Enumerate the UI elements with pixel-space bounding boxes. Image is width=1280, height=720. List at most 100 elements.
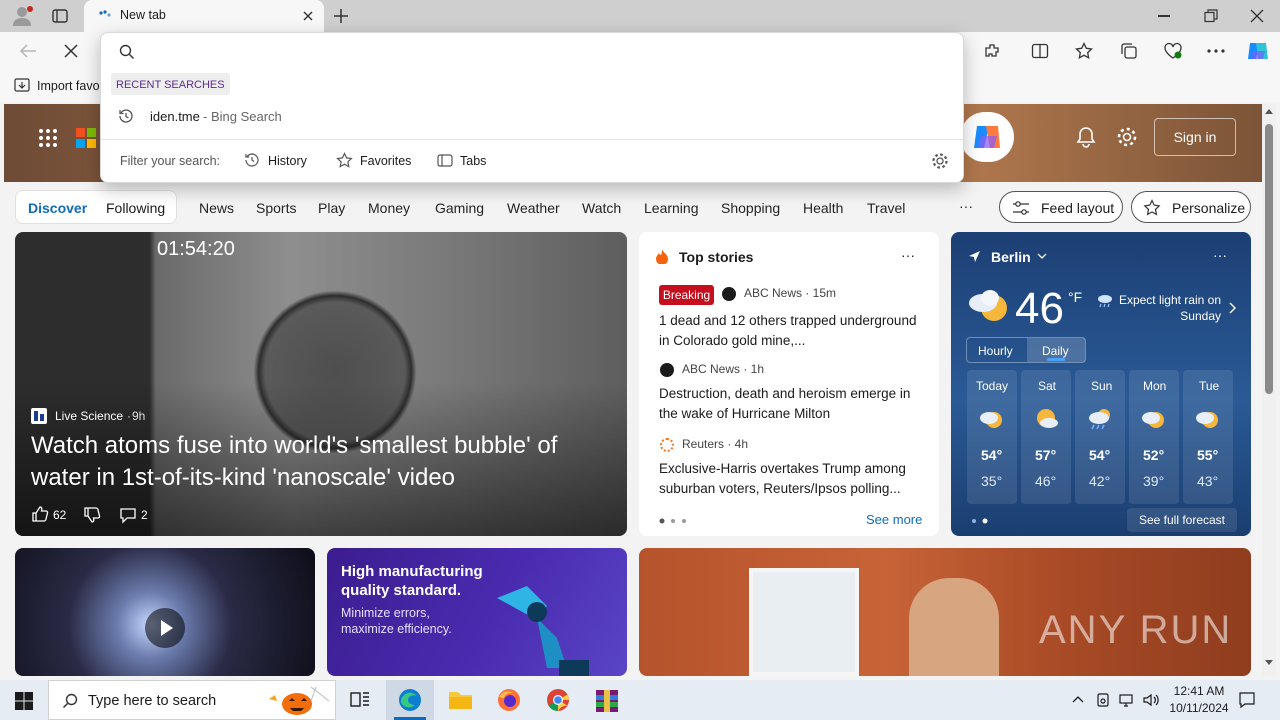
- clock-time[interactable]: 12:41 AM: [1168, 684, 1230, 698]
- copilot-button[interactable]: [960, 112, 1014, 162]
- tab-discover[interactable]: Discover: [28, 200, 87, 216]
- show-hidden-icons-icon[interactable]: [1072, 695, 1084, 703]
- filter-history-button[interactable]: History: [242, 149, 312, 173]
- stop-loading-icon[interactable]: [64, 44, 78, 58]
- back-icon[interactable]: [19, 43, 37, 59]
- like-icon[interactable]: [31, 505, 49, 523]
- forecast-mon[interactable]: Mon 52° 39°: [1129, 370, 1179, 504]
- weather-more-button[interactable]: ···: [1213, 247, 1227, 263]
- loading-icon: [98, 10, 112, 22]
- close-window-icon[interactable]: [1250, 9, 1264, 23]
- nav-sports[interactable]: Sports: [256, 200, 296, 216]
- nav-shopping[interactable]: Shopping: [721, 200, 780, 216]
- sign-in-button[interactable]: Sign in: [1154, 118, 1236, 156]
- comment-icon[interactable]: [119, 506, 137, 524]
- settings-more-icon[interactable]: [1207, 49, 1225, 53]
- tab-new-tab[interactable]: New tab: [84, 0, 324, 32]
- nav-weather[interactable]: Weather: [507, 200, 560, 216]
- galaxy-video-card[interactable]: [15, 548, 315, 676]
- carousel-dots[interactable]: [659, 518, 689, 524]
- clock-date[interactable]: 10/11/2024: [1164, 701, 1234, 715]
- browser-essentials-icon[interactable]: [1163, 42, 1183, 60]
- nav-more-button[interactable]: ···: [959, 198, 973, 214]
- hero-source: Live Science: [55, 409, 124, 423]
- chevron-down-icon[interactable]: [1037, 253, 1047, 259]
- chrome-icon[interactable]: [534, 680, 582, 720]
- extensions-icon[interactable]: [983, 42, 1001, 60]
- copilot-icon[interactable]: [1245, 39, 1271, 63]
- story-1-title[interactable]: 1 dead and 12 others trapped underground…: [659, 311, 919, 351]
- nav-gaming[interactable]: Gaming: [435, 200, 484, 216]
- nav-health[interactable]: Health: [803, 200, 843, 216]
- restore-icon[interactable]: [1204, 9, 1218, 23]
- woodwork-story-card[interactable]: ANY RUN: [639, 548, 1251, 676]
- scroll-down-arrow-icon[interactable]: [1265, 660, 1273, 666]
- file-explorer-icon[interactable]: [436, 680, 484, 720]
- scroll-thumb[interactable]: [1265, 124, 1273, 394]
- firefox-icon[interactable]: [485, 680, 533, 720]
- notifications-icon[interactable]: [1076, 126, 1096, 148]
- split-screen-icon[interactable]: [1031, 42, 1049, 60]
- windows-start-icon[interactable]: [15, 692, 33, 710]
- see-more-link[interactable]: See more: [866, 512, 922, 527]
- nav-watch[interactable]: Watch: [582, 200, 621, 216]
- page-settings-icon[interactable]: [1116, 126, 1138, 148]
- weather-note[interactable]: Expect light rain on Sunday: [1115, 292, 1221, 324]
- nav-learning[interactable]: Learning: [644, 200, 699, 216]
- forecast-today[interactable]: Today 54° 35°: [967, 370, 1017, 504]
- collections-icon[interactable]: [1120, 42, 1138, 60]
- nav-play[interactable]: Play: [318, 200, 345, 216]
- close-tab-icon[interactable]: [302, 10, 314, 22]
- page-scrollbar[interactable]: [1262, 104, 1276, 676]
- hero-story-card[interactable]: 01:54:20 Live Science 9h · Watch atoms f…: [15, 232, 627, 536]
- story-2-title[interactable]: Destruction, death and heroism emerge in…: [659, 384, 919, 424]
- filter-favorites-button[interactable]: Favorites: [334, 149, 414, 173]
- task-view-icon[interactable]: [350, 691, 370, 709]
- tab-following[interactable]: Following: [106, 200, 165, 216]
- volume-icon[interactable]: [1142, 692, 1160, 708]
- weather-location[interactable]: Berlin: [991, 249, 1031, 265]
- device-icon[interactable]: [1095, 692, 1111, 708]
- tab-actions-icon[interactable]: [52, 8, 68, 24]
- winrar-icon[interactable]: [583, 680, 631, 720]
- temp-unit[interactable]: °F: [1068, 289, 1082, 305]
- import-favorites-icon[interactable]: [14, 78, 30, 92]
- apps-grid-icon[interactable]: [38, 128, 58, 148]
- network-icon[interactable]: [1118, 692, 1136, 708]
- play-icon[interactable]: [145, 608, 185, 648]
- tab-hourly[interactable]: Hourly: [978, 344, 1013, 358]
- dislike-icon[interactable]: [83, 506, 101, 524]
- see-full-forecast-button[interactable]: See full forecast: [1127, 508, 1237, 532]
- address-input[interactable]: [145, 39, 945, 65]
- top-stories-more-button[interactable]: ···: [901, 247, 915, 263]
- recent-search-item[interactable]: iden.tme - Bing Search: [101, 101, 963, 131]
- import-favorites-link[interactable]: Import favo: [37, 79, 100, 93]
- breaking-label: Breaking: [662, 288, 711, 302]
- forecast-tue[interactable]: Tue 55° 43°: [1183, 370, 1233, 504]
- taskbar-search-box[interactable]: Type here to search: [48, 680, 336, 720]
- hero-title[interactable]: Watch atoms fuse into world's 'smallest …: [31, 430, 601, 494]
- scroll-up-arrow-icon[interactable]: [1265, 108, 1273, 114]
- minimize-icon[interactable]: [1158, 15, 1170, 17]
- filter-tabs-button[interactable]: Tabs: [435, 149, 495, 173]
- chevron-right-icon[interactable]: [1229, 302, 1236, 314]
- search-settings-icon[interactable]: [931, 152, 949, 170]
- weather-card[interactable]: Berlin ··· 46 °F Expect light rain on Su…: [951, 232, 1251, 536]
- tab-daily[interactable]: Daily: [1042, 344, 1069, 358]
- feed-layout-button[interactable]: Feed layout: [999, 191, 1123, 223]
- ad-card[interactable]: High manufacturing quality standard. Min…: [327, 548, 627, 676]
- edge-taskbar-icon[interactable]: [386, 680, 434, 720]
- forecast-sun[interactable]: Sun 54° 42°: [1075, 370, 1125, 504]
- nav-travel[interactable]: Travel: [867, 200, 905, 216]
- forecast-sat[interactable]: Sat 57° 46°: [1021, 370, 1071, 504]
- weather-carousel-dots[interactable]: [971, 518, 991, 524]
- new-tab-icon[interactable]: [333, 8, 349, 24]
- personalize-button[interactable]: Personalize: [1131, 191, 1251, 223]
- favorites-icon[interactable]: [1075, 42, 1093, 60]
- abc-news-logo-icon: [660, 363, 674, 377]
- notification-center-icon[interactable]: [1238, 691, 1256, 709]
- story-3-title[interactable]: Exclusive-Harris overtakes Trump among s…: [659, 459, 921, 499]
- profile-icon[interactable]: [10, 5, 34, 27]
- nav-news[interactable]: News: [199, 200, 234, 216]
- nav-money[interactable]: Money: [368, 200, 410, 216]
